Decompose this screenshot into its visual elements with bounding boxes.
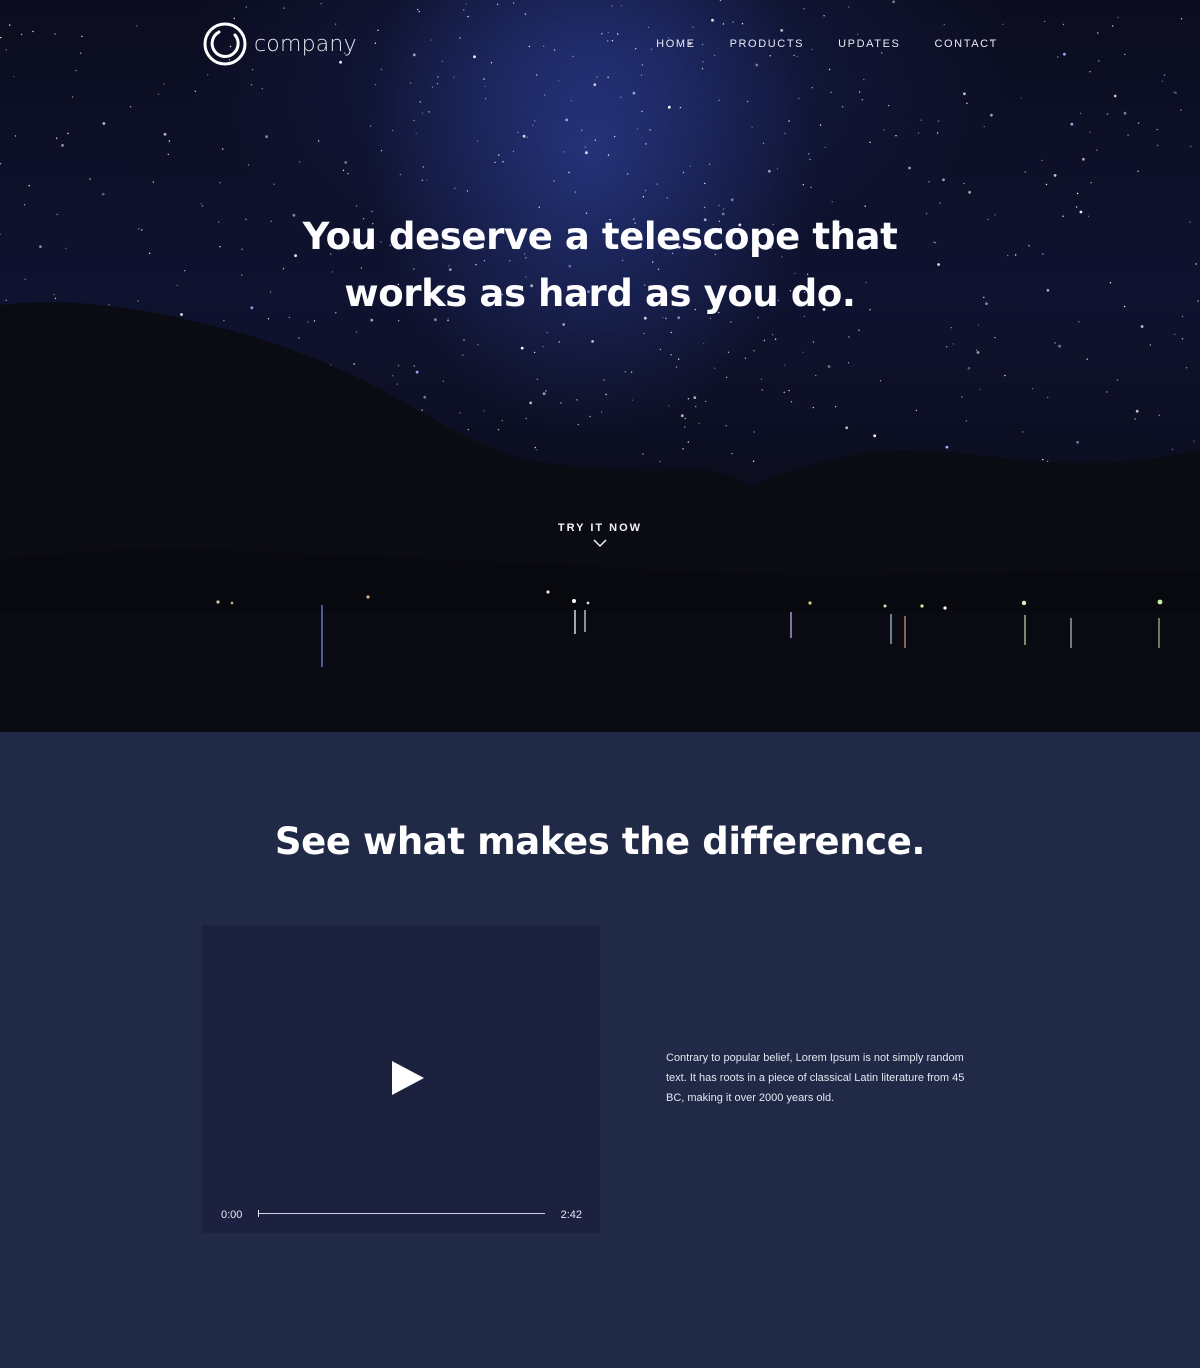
ring-logo-icon (203, 22, 247, 66)
cta-label: TRY IT NOW (557, 522, 643, 534)
try-it-now-button[interactable]: TRY IT NOW (0, 522, 1200, 548)
main-menu: HOME PRODUCTS UPDATES CONTACT (622, 38, 998, 50)
hero-headline-line-1: You deserve a telescope that (302, 215, 898, 258)
current-time: 0:00 (221, 1209, 243, 1221)
brand-name: company (254, 31, 357, 57)
top-navigation: company HOME PRODUCTS UPDATES CONTACT (0, 0, 1200, 90)
nav-item-products[interactable]: PRODUCTS (730, 38, 805, 50)
seek-bar[interactable] (258, 1210, 545, 1217)
feature-description: Contrary to popular belief, Lorem Ipsum … (666, 1052, 965, 1104)
seek-handle[interactable] (258, 1210, 259, 1217)
nav-item-home[interactable]: HOME (656, 38, 695, 50)
mountain-lake-silhouette (0, 302, 1200, 732)
chevron-down-icon (593, 539, 607, 548)
duration: 2:42 (560, 1209, 582, 1221)
nav-item-updates[interactable]: UPDATES (838, 38, 900, 50)
play-icon[interactable] (390, 1059, 426, 1097)
hero-section: company HOME PRODUCTS UPDATES CONTACT Yo… (0, 0, 1200, 732)
video-controls: 0:00 2:42 (202, 1193, 600, 1233)
brand-logo[interactable]: company (202, 21, 357, 67)
hero-headline-line-2: works as hard as you do. (344, 272, 856, 315)
nav-item-contact[interactable]: CONTACT (934, 38, 998, 50)
hero-headline: You deserve a telescope that works as ha… (0, 208, 1200, 322)
video-player[interactable]: 0:00 2:42 (202, 925, 600, 1233)
section-title: See what makes the difference. (274, 820, 926, 863)
